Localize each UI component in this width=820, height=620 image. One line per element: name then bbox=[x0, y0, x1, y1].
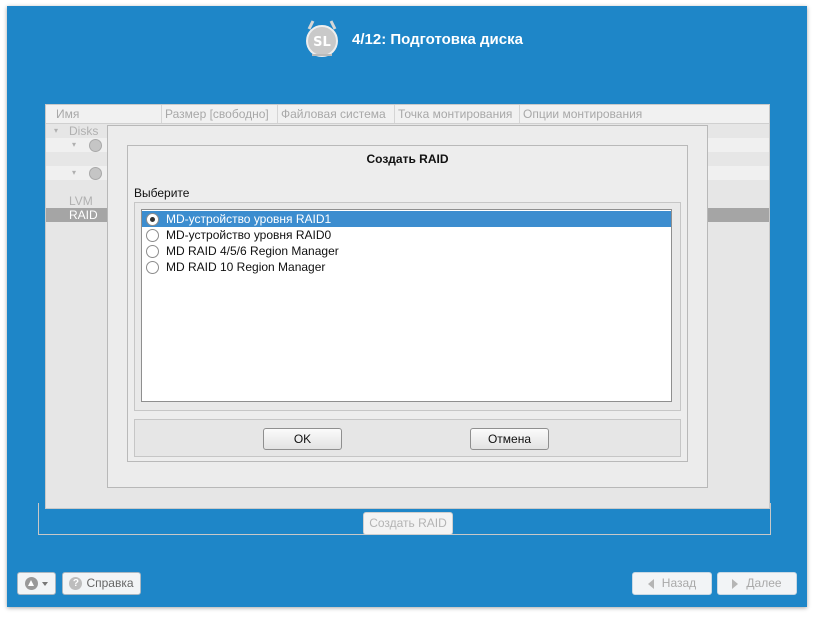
tree-label-raid: RAID bbox=[69, 208, 98, 222]
dialog-title: Создать RAID bbox=[366, 152, 449, 166]
raid-type-list-frame: MD-устройство уровня RAID1 MD-устройство… bbox=[134, 202, 681, 411]
expander-icon: ▾ bbox=[54, 126, 59, 135]
back-button[interactable]: Назад bbox=[632, 572, 712, 595]
raid-option-label: MD-устройство уровня RAID0 bbox=[166, 228, 332, 242]
tree-label-disks: Disks bbox=[69, 124, 99, 138]
tree-label-lvm: LVM bbox=[69, 194, 93, 208]
column-header-mount-options: Опции монтирования bbox=[523, 107, 643, 121]
radio-selected-icon[interactable] bbox=[146, 212, 159, 226]
radio-icon[interactable] bbox=[146, 260, 159, 274]
dialog-content: Создать RAID Выберите MD-устройство уров… bbox=[127, 145, 688, 462]
raid-option-raid0[interactable]: MD-устройство уровня RAID0 bbox=[142, 227, 671, 243]
back-arrow-icon bbox=[647, 578, 654, 589]
help-button[interactable]: ? Справка bbox=[62, 572, 141, 595]
partitions-table-header: Имя Размер [свободно] Файловая система Т… bbox=[46, 105, 769, 124]
expander-icon: ▾ bbox=[72, 168, 77, 177]
svg-text:SL: SL bbox=[313, 35, 331, 50]
column-header-name: Имя bbox=[46, 105, 162, 123]
next-button[interactable]: Далее bbox=[717, 572, 797, 595]
page-title: 4/12: Подготовка диска bbox=[352, 30, 523, 48]
help-button-label: Справка bbox=[86, 576, 134, 590]
column-header-mount-point: Точка монтирования bbox=[395, 105, 520, 123]
back-button-label: Назад bbox=[661, 576, 697, 590]
raid-option-label: MD RAID 10 Region Manager bbox=[166, 260, 326, 274]
forward-arrow-icon bbox=[732, 578, 739, 589]
create-raid-background-button: Создать RAID bbox=[363, 512, 453, 535]
release-notes-button[interactable] bbox=[17, 572, 56, 595]
create-raid-dialog: Создать RAID Выберите MD-устройство уров… bbox=[107, 125, 708, 488]
expander-icon: ▾ bbox=[72, 140, 77, 149]
arrow-up-icon bbox=[25, 577, 38, 590]
next-button-label: Далее bbox=[746, 576, 782, 590]
installer-header: SL 4/12: Подготовка диска bbox=[300, 14, 523, 64]
raid-option-raid10[interactable]: MD RAID 10 Region Manager bbox=[142, 259, 671, 275]
cancel-button[interactable]: Отмена bbox=[470, 428, 549, 450]
disk-icon bbox=[89, 139, 102, 152]
disk-icon bbox=[89, 167, 102, 180]
column-header-size: Размер [свободно] bbox=[162, 105, 278, 123]
radio-icon[interactable] bbox=[146, 228, 159, 242]
raid-option-label: MD-устройство уровня RAID1 bbox=[166, 212, 332, 226]
scientific-linux-logo: SL bbox=[300, 17, 344, 61]
dialog-button-area: OK Отмена bbox=[134, 419, 681, 457]
radio-icon[interactable] bbox=[146, 244, 159, 258]
choose-label: Выберите bbox=[134, 186, 190, 200]
raid-option-raid1[interactable]: MD-устройство уровня RAID1 bbox=[142, 211, 671, 227]
help-icon: ? bbox=[69, 577, 83, 590]
ok-button[interactable]: OK bbox=[263, 428, 342, 450]
raid-option-raid456[interactable]: MD RAID 4/5/6 Region Manager bbox=[142, 243, 671, 259]
raid-option-label: MD RAID 4/5/6 Region Manager bbox=[166, 244, 339, 258]
chevron-down-icon bbox=[42, 581, 48, 586]
raid-type-list: MD-устройство уровня RAID1 MD-устройство… bbox=[141, 209, 672, 402]
column-header-filesystem: Файловая система bbox=[278, 105, 395, 123]
